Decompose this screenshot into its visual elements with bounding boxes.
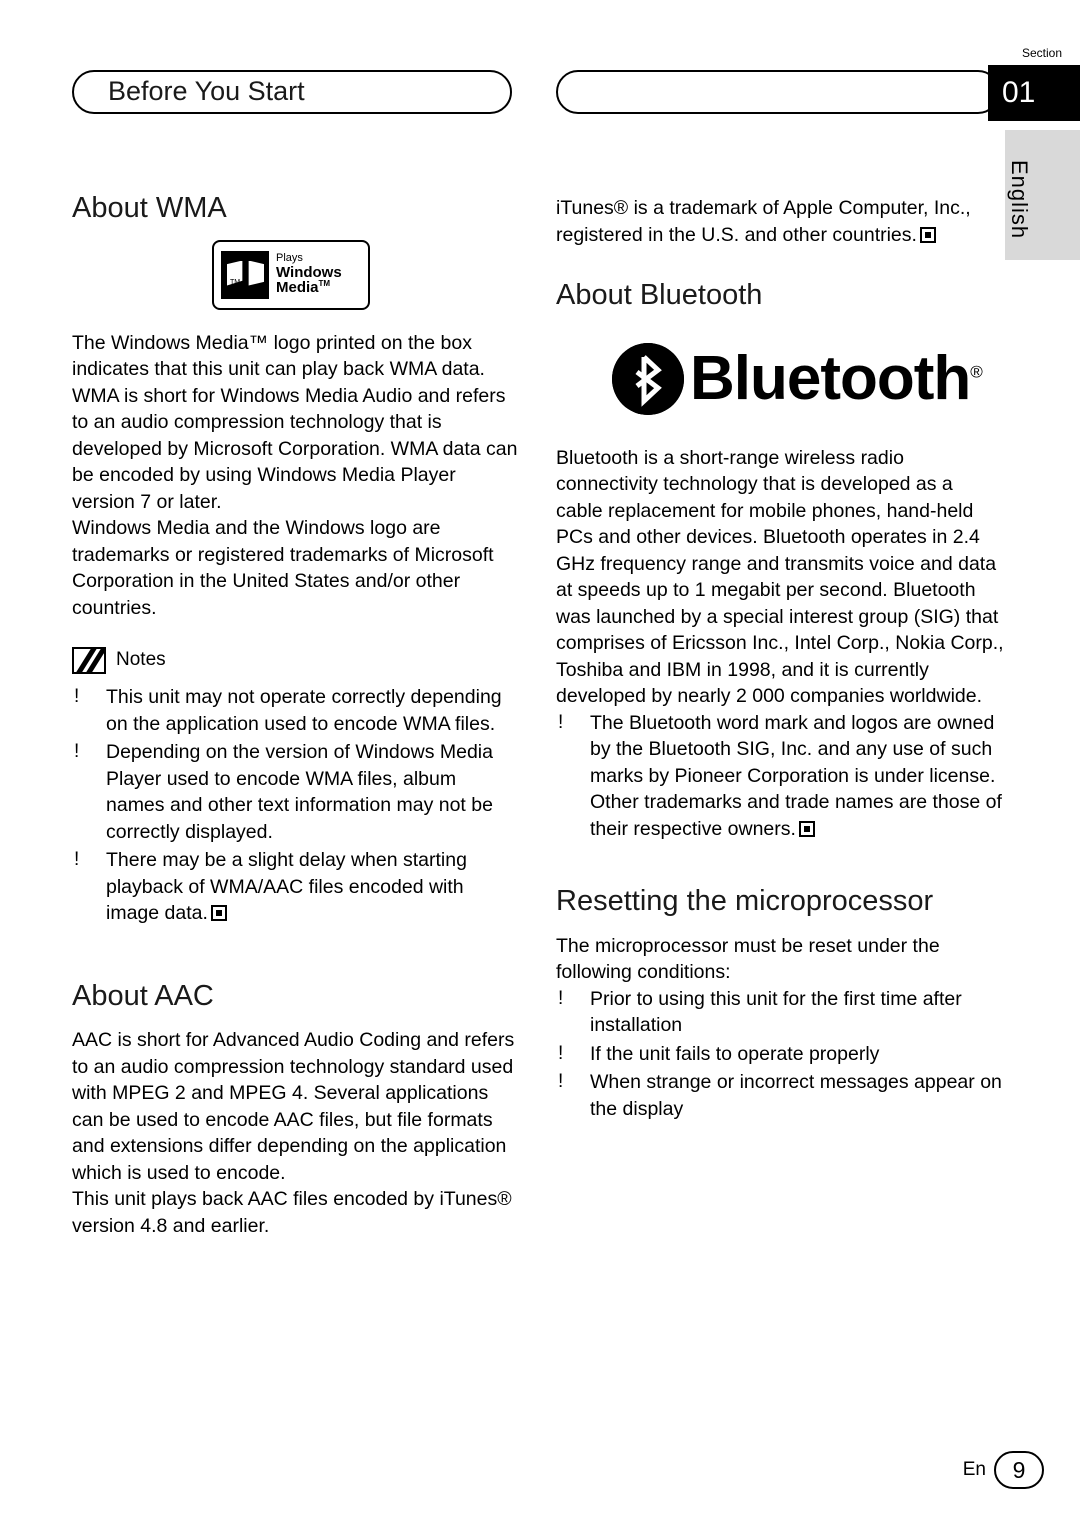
about-bluetooth-heading: About Bluetooth: [556, 279, 763, 311]
chapter-title: Before You Start: [108, 76, 305, 106]
bluetooth-notes-list: ! The Bluetooth word mark and logos are o…: [556, 710, 1004, 843]
wma-note-3: There may be a slight delay when startin…: [106, 849, 467, 924]
list-item: ! Prior to using this unit for the first …: [556, 986, 1004, 1039]
reset-condition-1: Prior to using this unit for the first t…: [590, 987, 962, 1037]
bluetooth-paragraph: Bluetooth is a short-range wireless radi…: [556, 446, 1004, 708]
list-item: ! The Bluetooth word mark and logos are o…: [556, 710, 1004, 843]
left-column: About WMA TM Plays Windows MediaTM The W…: [72, 192, 520, 1239]
wma-notes-list: ! This unit may not operate correctly dep…: [72, 684, 520, 927]
notes-icon: [72, 647, 106, 674]
windows-flag-tm: TM: [230, 279, 241, 286]
bluetooth-registered-mark: ®: [970, 361, 982, 381]
footer-language-code: En: [962, 1459, 986, 1480]
reset-condition-3: When strange or incorrect messages appea…: [590, 1071, 1002, 1120]
list-item: ! When strange or incorrect messages appe…: [556, 1069, 1004, 1122]
bluetooth-wordmark: Bluetooth: [690, 343, 971, 413]
section-number: 01: [988, 65, 1080, 121]
notes-label: Notes: [116, 649, 166, 671]
reset-intro: The microprocessor must be reset under t…: [556, 934, 940, 984]
reset-conditions-list: ! Prior to using this unit for the first …: [556, 986, 1004, 1123]
page-header: Before You Start Section 01: [0, 46, 1080, 121]
windows-media-logo: TM Plays Windows MediaTM: [212, 239, 370, 310]
wma-logo-media-tm: TM: [318, 279, 331, 289]
wma-logo-media: Media: [276, 279, 319, 297]
page-footer: En 9: [963, 1451, 1044, 1489]
itunes-note-text: iTunes® is a trademark of Apple Computer…: [556, 197, 971, 246]
bullet-glyph: !: [74, 849, 80, 870]
bullet-glyph: !: [74, 686, 80, 707]
about-wma-heading: About WMA: [72, 192, 227, 224]
bullet-glyph: !: [558, 711, 564, 733]
windows-flag-icon: TM: [221, 250, 269, 299]
itunes-trademark-note: iTunes® is a trademark of Apple Computer…: [556, 195, 1004, 248]
wma-paragraph-3: Windows Media and the Windows logo are t…: [72, 517, 494, 619]
list-item: ! Depending on the version of Windows Med…: [72, 739, 520, 845]
bluetooth-logo: Bluetooth®: [612, 342, 1004, 415]
list-item: ! This unit may not operate correctly dep…: [72, 684, 520, 737]
wma-note-2: Depending on the version of Windows Medi…: [106, 741, 493, 843]
language-tab-label: English: [1007, 160, 1032, 240]
page-number: 9: [994, 1451, 1044, 1489]
resetting-microprocessor-heading: Resetting the microprocessor: [556, 885, 934, 917]
wma-paragraph-2: WMA is short for Windows Media Audio and…: [72, 384, 518, 513]
bullet-glyph: !: [558, 1042, 564, 1064]
end-of-section-mark: [919, 226, 936, 243]
wma-paragraph-1: The Windows Media™ logo printed on the b…: [72, 331, 485, 381]
aac-paragraph-2: This unit plays back AAC files encoded b…: [72, 1188, 512, 1237]
right-column: iTunes® is a trademark of Apple Computer…: [556, 195, 1004, 1124]
list-item: ! There may be a slight delay when starti…: [72, 847, 520, 927]
aac-paragraph-1: AAC is short for Advanced Audio Coding a…: [72, 1029, 515, 1184]
notes-header: Notes: [72, 647, 520, 674]
bluetooth-note-1: The Bluetooth word mark and logos are ow…: [590, 711, 1002, 840]
wma-logo-windows: Windows: [276, 263, 342, 281]
bullet-glyph: !: [558, 1071, 564, 1092]
end-of-section-mark: [798, 820, 815, 837]
reset-condition-2: If the unit fails to operate properly: [590, 1042, 880, 1065]
wma-logo-plays: Plays: [276, 251, 303, 264]
about-aac-heading: About AAC: [72, 979, 214, 1012]
wma-note-1: This unit may not operate correctly depe…: [106, 686, 502, 735]
bluetooth-rune-icon: [612, 342, 684, 415]
header-right-pill: [556, 70, 1000, 114]
section-label: Section: [1021, 46, 1062, 60]
bullet-glyph: !: [558, 987, 564, 1009]
bullet-glyph: !: [74, 741, 80, 762]
list-item: ! If the unit fails to operate properly: [556, 1041, 1004, 1068]
end-of-section-mark: [210, 905, 227, 921]
